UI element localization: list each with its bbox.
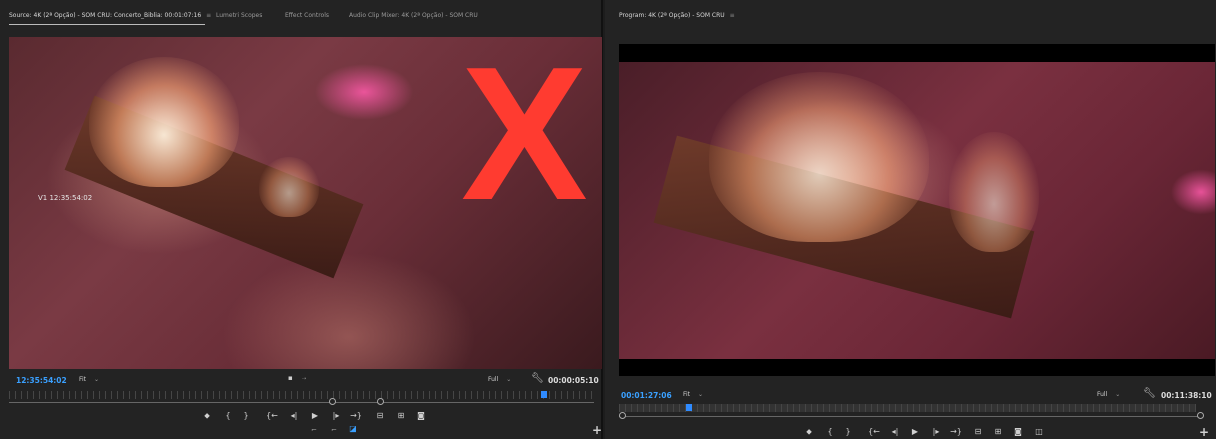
program-resolution-select[interactable]: Full ⌄ (1097, 391, 1120, 398)
program-video-frame[interactable] (619, 44, 1215, 376)
program-monitor-panel: Program: 4K (2ª Opção) - SOM CRU ≡ 00:01:… (605, 0, 1216, 439)
program-zoom-value: Fit (683, 391, 691, 398)
play-button[interactable]: ▶ (309, 411, 321, 421)
program-image (619, 62, 1215, 359)
panel-menu-icon[interactable]: ≡ (730, 12, 735, 19)
add-marker-button[interactable]: ⬥ (803, 427, 815, 437)
source-zoom-select[interactable]: Fit ⌄ (79, 376, 99, 383)
program-duration: 00:11:38:10 (1161, 391, 1212, 400)
chevron-down-icon: ⌄ (1115, 391, 1121, 398)
wrench-icon[interactable]: 🔧︎ (1143, 388, 1156, 399)
settings-box-icon[interactable]: ▪ (288, 374, 293, 382)
source-duration: 00:00:05:10 (548, 376, 599, 385)
active-tab-indicator (9, 24, 205, 25)
source-zoom-scrollbar[interactable] (9, 402, 594, 403)
mark-in-button[interactable]: { (824, 427, 836, 437)
go-to-in-button[interactable]: {← (266, 411, 278, 421)
flame-image (709, 72, 929, 242)
export-frame-button[interactable]: ◙ (415, 411, 427, 421)
overwrite-button[interactable]: ⊞ (395, 411, 407, 421)
program-time-ruler[interactable] (619, 404, 1196, 412)
mark-out-button[interactable]: } (240, 411, 252, 421)
x-mark-overlay: X (461, 37, 588, 240)
insert-button[interactable]: ⊟ (374, 411, 386, 421)
source-monitor-panel: Source: 4K (2ª Opção) - SOM CRU: Concert… (0, 0, 603, 439)
comparison-view-icon[interactable]: ◫ (1033, 427, 1045, 437)
flame-image (949, 132, 1039, 252)
chevron-down-icon: ⌄ (94, 376, 100, 383)
zoom-handle-left[interactable] (619, 412, 626, 419)
source-playhead-timecode[interactable]: 12:35:54:02 (16, 376, 67, 385)
drag-audio-only-icon[interactable]: ⌐ (331, 426, 337, 434)
source-resolution-value: Full (488, 376, 499, 383)
source-video-frame[interactable]: X V1 12:35:54:02 (9, 37, 602, 369)
step-back-button[interactable]: ◂| (288, 411, 300, 421)
zoom-handle-right[interactable] (1197, 412, 1204, 419)
step-forward-button[interactable]: |▸ (330, 411, 342, 421)
mark-out-button[interactable]: } (842, 427, 854, 437)
extract-button[interactable]: ⊞ (992, 427, 1004, 437)
go-to-out-button[interactable]: →} (350, 411, 362, 421)
tab-program[interactable]: Program: 4K (2ª Opção) - SOM CRU ≡ (619, 12, 735, 19)
source-zoom-value: Fit (79, 376, 87, 383)
program-playhead-timecode[interactable]: 00:01:27:06 (621, 391, 672, 400)
go-to-out-button[interactable]: →} (950, 427, 962, 437)
export-frame-button[interactable]: ◙ (1012, 427, 1024, 437)
zoom-handle-right[interactable] (377, 398, 384, 405)
program-tabbar: Program: 4K (2ª Opção) - SOM CRU ≡ (605, 0, 1216, 36)
drag-video-icon[interactable]: ⌐ (311, 426, 317, 434)
tab-source[interactable]: Source: 4K (2ª Opção) - SOM CRU: Concert… (9, 12, 211, 19)
button-editor-plus-icon[interactable]: + (1199, 425, 1209, 439)
tab-effect-controls[interactable]: Effect Controls (285, 12, 329, 19)
tab-audio-clip-mixer[interactable]: Audio Clip Mixer: 4K (2ª Opção) - SOM CR… (349, 12, 478, 19)
zoom-handle-left[interactable] (329, 398, 336, 405)
wrench-icon[interactable]: 🔧︎ (531, 373, 544, 384)
button-editor-plus-icon[interactable]: + (592, 423, 602, 437)
drag-audio-icon[interactable]: ⇢ (302, 376, 306, 382)
mark-in-button[interactable]: { (222, 411, 234, 421)
program-resolution-value: Full (1097, 391, 1108, 398)
play-button[interactable]: ▶ (909, 427, 921, 437)
lift-button[interactable]: ⊟ (972, 427, 984, 437)
source-tabbar: Source: 4K (2ª Opção) - SOM CRU: Concert… (0, 0, 601, 36)
program-playhead[interactable] (686, 404, 692, 411)
chevron-down-icon: ⌄ (698, 391, 704, 398)
tab-source-label: Source: 4K (2ª Opção) - SOM CRU: Concert… (9, 12, 202, 19)
step-back-button[interactable]: ◂| (889, 427, 901, 437)
flame-image (259, 157, 319, 217)
program-zoom-scrollbar[interactable] (619, 416, 1199, 417)
program-zoom-select[interactable]: Fit ⌄ (683, 391, 703, 398)
panel-menu-icon[interactable]: ≡ (206, 12, 211, 19)
source-timecode-overlay: V1 12:35:54:02 (38, 194, 93, 202)
source-playhead[interactable] (541, 391, 547, 398)
chevron-down-icon: ⌄ (506, 376, 512, 383)
flame-image (89, 57, 239, 187)
source-resolution-select[interactable]: Full ⌄ (488, 376, 511, 383)
tab-lumetri-scopes[interactable]: Lumetri Scopes (216, 12, 262, 19)
step-forward-button[interactable]: |▸ (930, 427, 942, 437)
tab-program-label: Program: 4K (2ª Opção) - SOM CRU (619, 12, 725, 19)
go-to-in-button[interactable]: {← (868, 427, 880, 437)
add-marker-button[interactable]: ⬥ (201, 411, 213, 421)
source-time-ruler[interactable] (9, 391, 594, 399)
safe-margins-icon[interactable]: ◪ (347, 424, 359, 434)
